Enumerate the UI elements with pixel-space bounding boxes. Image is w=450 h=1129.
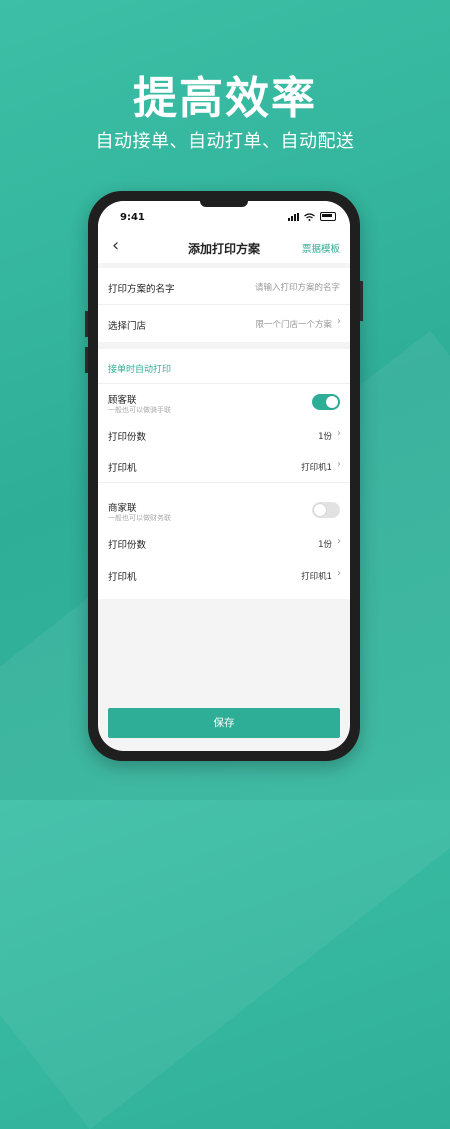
merchant-copy-row: 商家联 一般也可以做财务联 xyxy=(98,492,350,528)
chevron-right-icon: › xyxy=(337,536,341,547)
phone-volume-button xyxy=(85,347,88,373)
status-time: 9:41 xyxy=(120,212,145,223)
printer-value: 打印机1 xyxy=(301,572,332,582)
status-icons xyxy=(288,212,336,221)
promo-subline: 自动接单、自动打单、自动配送 xyxy=(95,131,355,152)
chevron-right-icon: › xyxy=(337,568,341,579)
basic-info-section: 打印方案的名字 请输入打印方案的名字 选择门店 限一个门店一个方案 › xyxy=(98,268,350,342)
merchant-copy-toggle[interactable] xyxy=(312,502,340,518)
merchant-copy-desc: 一般也可以做财务联 xyxy=(108,514,171,522)
auto-print-header: 接单时自动打印 xyxy=(98,349,350,384)
store-label: 选择门店 xyxy=(108,321,147,332)
auto-print-section: 接单时自动打印 顾客联 一般也可以做骑手联 打印份数 1份 › 打印机 打印机1… xyxy=(98,349,350,599)
chevron-right-icon: › xyxy=(337,459,341,470)
merchant-copies-row[interactable]: 打印份数 1份 › xyxy=(98,528,350,558)
chevron-right-icon: › xyxy=(337,428,341,439)
customer-printer-row[interactable]: 打印机 打印机1 › xyxy=(98,450,350,483)
plan-name-input[interactable]: 请输入打印方案的名字 xyxy=(255,281,340,293)
store-select-row[interactable]: 选择门店 限一个门店一个方案 › xyxy=(98,305,350,341)
nav-bar: ‹ 添加打印方案 票据模板 xyxy=(98,231,350,263)
printer-label: 打印机 xyxy=(108,572,137,583)
phone-screen: 9:41 ‹ 添加打印方案 票据模板 打印方案的名字 请输入打印方案的名字 选择… xyxy=(98,201,350,751)
merchant-copy-label: 商家联 xyxy=(108,503,137,514)
phone-power-button xyxy=(360,281,363,321)
copies-value: 1份 xyxy=(318,432,332,442)
save-button[interactable]: 保存 xyxy=(108,708,340,738)
plan-name-label: 打印方案的名字 xyxy=(108,284,175,295)
section-title: 接单时自动打印 xyxy=(108,365,172,375)
phone-volume-button xyxy=(85,311,88,337)
printer-value: 打印机1 xyxy=(301,463,332,473)
copies-label: 打印份数 xyxy=(108,540,147,551)
printer-label: 打印机 xyxy=(108,463,137,474)
store-value: 限一个门店一个方案 xyxy=(255,320,332,330)
promo-headline: 提高效率 xyxy=(133,73,317,124)
wifi-icon xyxy=(304,212,315,221)
customer-copy-label: 顾客联 xyxy=(108,395,137,406)
receipt-template-link[interactable]: 票据模板 xyxy=(302,241,340,255)
signal-icon xyxy=(288,212,299,221)
copies-label: 打印份数 xyxy=(108,432,147,443)
merchant-printer-row[interactable]: 打印机 打印机1 › xyxy=(98,559,350,591)
customer-copy-toggle[interactable] xyxy=(312,394,340,410)
copies-value: 1份 xyxy=(318,540,332,550)
phone-frame: 9:41 ‹ 添加打印方案 票据模板 打印方案的名字 请输入打印方案的名字 选择… xyxy=(85,191,363,761)
customer-copies-row[interactable]: 打印份数 1份 › xyxy=(98,420,350,450)
customer-copy-row: 顾客联 一般也可以做骑手联 xyxy=(98,384,350,420)
battery-icon xyxy=(320,212,336,221)
phone-notch xyxy=(200,201,248,207)
customer-copy-desc: 一般也可以做骑手联 xyxy=(108,406,171,414)
chevron-right-icon: › xyxy=(337,316,341,327)
plan-name-row[interactable]: 打印方案的名字 请输入打印方案的名字 xyxy=(98,268,350,305)
